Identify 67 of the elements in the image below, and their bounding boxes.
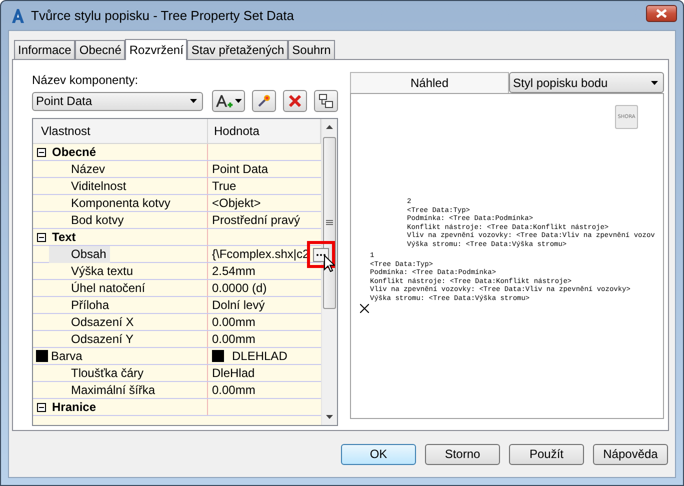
category-name: Text xyxy=(52,228,77,246)
property-value: 2.54mm xyxy=(212,264,256,278)
property-name[interactable]: Bod kotvy xyxy=(49,212,128,228)
property-name[interactable]: Odsazení Y xyxy=(49,330,138,348)
collapse-icon[interactable] xyxy=(36,232,46,242)
property-value: <Objekt> xyxy=(212,196,261,210)
letter-plus-icon xyxy=(214,93,234,109)
dialog-button[interactable]: Nápověda xyxy=(593,444,668,464)
property-name[interactable]: Název xyxy=(49,160,110,178)
delete-button[interactable] xyxy=(283,90,307,112)
preview-tab[interactable]: Náhled xyxy=(350,72,509,93)
property-name[interactable]: Výška textu xyxy=(49,262,138,280)
property-value: True xyxy=(212,179,236,193)
grip-icon xyxy=(326,220,333,226)
property-name[interactable]: Tloušťka čáry xyxy=(49,364,148,382)
property-value: Point Data xyxy=(212,162,268,176)
property-name[interactable]: Úhel natočení xyxy=(49,280,150,296)
window-title: Tvůrce stylu popisku - Tree Property Set Data xyxy=(31,8,295,23)
property-name[interactable]: Odsazení X xyxy=(49,314,138,330)
tab[interactable]: Rozvržení xyxy=(125,39,188,60)
component-select[interactable]: Point Data xyxy=(32,92,203,110)
boxes-icon xyxy=(318,93,334,109)
property-value: 0.00mm xyxy=(212,383,256,397)
add-text-button[interactable] xyxy=(212,90,245,112)
property-value: 0.00mm xyxy=(212,332,256,346)
dialog-button[interactable]: Storno xyxy=(425,444,500,464)
tab[interactable]: Stav přetažených xyxy=(187,40,288,59)
style-select[interactable]: Styl popisku bodu xyxy=(509,72,664,93)
property-name[interactable]: Maximální šířka xyxy=(49,382,160,398)
point-marker-icon xyxy=(360,304,369,313)
layout-button[interactable] xyxy=(314,90,338,112)
property-name[interactable]: Viditelnost xyxy=(49,178,130,194)
property-value: DLEHLAD xyxy=(232,349,288,363)
caret-icon xyxy=(235,99,242,103)
color-swatch xyxy=(36,350,48,362)
scrollbar[interactable] xyxy=(321,119,337,425)
caret-icon xyxy=(190,99,197,103)
field-label: Název komponenty: xyxy=(32,73,140,87)
close-icon xyxy=(656,9,667,18)
dialog-button[interactable]: OK xyxy=(341,444,416,464)
collapse-icon[interactable] xyxy=(36,402,46,412)
property-name[interactable]: Barva xyxy=(51,348,86,364)
property-value: 0.0000 (d) xyxy=(212,281,267,295)
cursor-icon xyxy=(324,255,335,272)
tab[interactable]: Obecné xyxy=(75,40,126,59)
column-header: Vlastnost xyxy=(33,119,208,143)
property-value: DleHlad xyxy=(212,366,255,380)
app-logo-icon xyxy=(11,8,25,24)
property-value: Prostřední pravý xyxy=(212,213,300,227)
property-name[interactable]: Příloha xyxy=(49,296,114,314)
property-value[interactable]: {\Fcomplex.shx|c2 xyxy=(212,247,310,261)
property-name[interactable]: Komponenta kotvy xyxy=(49,194,174,212)
property-name[interactable]: Obsah xyxy=(49,246,110,262)
caret-icon xyxy=(651,80,658,84)
tab[interactable]: Souhrn xyxy=(288,40,335,59)
tool-button[interactable] xyxy=(252,90,276,112)
category-name: Hranice xyxy=(52,398,98,416)
property-value: 0.00mm xyxy=(212,315,256,329)
category-name: Obecné xyxy=(52,144,98,160)
close-button[interactable] xyxy=(646,5,677,22)
wand-sparkle-icon xyxy=(256,93,272,109)
delete-icon xyxy=(288,94,302,108)
more-icon xyxy=(313,248,329,262)
collapse-icon[interactable] xyxy=(36,148,46,156)
property-value: Dolní levý xyxy=(212,298,265,312)
tab[interactable]: Informace xyxy=(14,40,76,59)
dialog-button[interactable]: Použít xyxy=(509,444,584,464)
